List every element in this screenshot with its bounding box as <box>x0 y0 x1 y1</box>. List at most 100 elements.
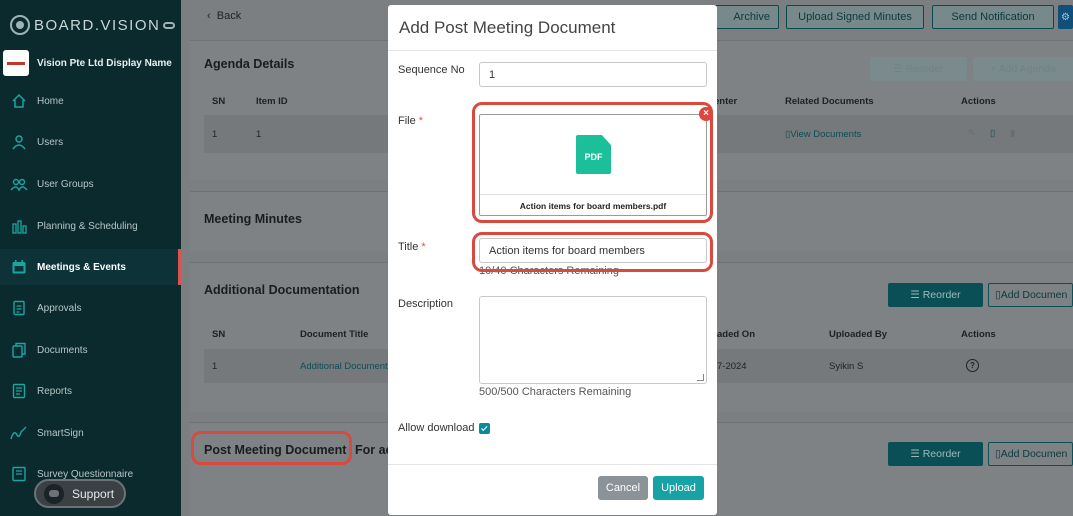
sequence-value: 1 <box>489 68 496 81</box>
add-post-meeting-document-modal: Add Post Meeting Document Sequence No 1 … <box>388 5 717 515</box>
calendar-icon <box>10 258 28 276</box>
cancel-button[interactable]: Cancel <box>598 476 648 500</box>
add-document-label: Add Documen <box>1000 289 1068 301</box>
support-label: Support <box>72 486 115 501</box>
sidebar-item-label: Meetings & Events <box>37 261 126 273</box>
organization-name: Vision Pte Ltd Display Name <box>37 57 172 69</box>
support-button[interactable]: Support <box>34 479 126 508</box>
title-label-text: Title <box>398 241 419 253</box>
view-documents-label: View Documents <box>790 129 862 140</box>
sidebar-item-smartsign[interactable]: SmartSign <box>0 415 181 451</box>
row-sn: 1 <box>212 361 218 372</box>
column-header: Actions <box>961 329 996 340</box>
column-header: Related Documents <box>785 96 874 107</box>
chat-icon <box>44 483 64 504</box>
sidebar-item-label: Reports <box>37 385 73 397</box>
upload-signed-minutes-label: Upload Signed Minutes <box>798 11 912 23</box>
column-header: Item ID <box>256 96 288 107</box>
file-icon[interactable]: ▯ <box>990 128 995 139</box>
sidebar-item-home[interactable]: Home <box>0 83 181 119</box>
resize-handle-icon[interactable] <box>697 374 704 381</box>
home-icon <box>10 92 28 110</box>
cancel-label: Cancel <box>605 482 641 494</box>
sidebar-item-meetings-events[interactable]: Meetings & Events <box>0 249 181 285</box>
upload-button[interactable]: Upload <box>653 476 704 500</box>
sidebar-item-label: User Groups <box>37 178 94 190</box>
send-notification-label: Send Notification <box>951 11 1035 23</box>
additional-add-document-button[interactable]: ▯ Add Documen <box>988 283 1073 307</box>
additional-reorder-button[interactable]: ☰ Reorder <box>888 283 983 307</box>
sidebar: BOARD.VISION Vision Pte Ltd Display Name… <box>0 0 181 516</box>
allow-download-checkbox[interactable] <box>479 423 490 434</box>
view-documents-link[interactable]: ▯View Documents <box>785 129 861 140</box>
minutes-title: Meeting Minutes <box>204 212 302 226</box>
signature-icon <box>10 424 28 442</box>
file-label: File * <box>398 115 423 127</box>
chevron-left-icon: ‹ <box>207 10 217 22</box>
add-document-label: Add Documen <box>1000 448 1068 460</box>
archive-label: Archive <box>733 11 770 23</box>
checkmark-icon <box>480 424 487 431</box>
trash-icon[interactable]: ▮ <box>1010 128 1015 139</box>
column-header: Uploaded By <box>829 329 888 340</box>
sidebar-item-label: Approvals <box>37 302 82 314</box>
user-icon <box>10 133 28 151</box>
add-agenda-label: + Add Agenda <box>990 63 1056 75</box>
document-check-icon <box>10 299 28 317</box>
post-meeting-add-document-button[interactable]: ▯ Add Documen <box>988 442 1073 466</box>
chart-bars-icon <box>10 217 28 235</box>
organization-switcher[interactable]: Vision Pte Ltd Display Name <box>3 50 178 76</box>
reorder-label: Reorder <box>922 448 961 460</box>
sidebar-item-label: Survey Questionnaire <box>37 468 134 480</box>
post-meeting-highlight <box>191 431 352 465</box>
settings-button[interactable]: ⚙ <box>1058 5 1073 29</box>
survey-icon <box>10 465 28 483</box>
archive-button[interactable]: Archive <box>711 5 779 29</box>
sidebar-item-approvals[interactable]: Approvals <box>0 290 181 326</box>
edit-icon[interactable]: ✎ <box>968 128 976 139</box>
description-textarea[interactable] <box>479 296 707 384</box>
modal-footer-divider <box>388 464 717 465</box>
column-header: Document Title <box>300 329 369 340</box>
allow-download-label: Allow download <box>398 422 475 434</box>
report-icon <box>10 382 28 400</box>
brand-name: BOARD.VISION <box>34 16 161 34</box>
sidebar-item-planning[interactable]: Planning & Scheduling <box>0 208 181 244</box>
help-icon[interactable]: ? <box>966 359 979 372</box>
send-notification-button[interactable]: Send Notification <box>932 5 1054 29</box>
sidebar-item-users[interactable]: Users <box>0 124 181 160</box>
list-icon: ☰ <box>893 63 906 75</box>
gear-icon: ⚙ <box>1061 11 1070 23</box>
organization-logo <box>3 50 29 76</box>
toggle-sidebar-icon[interactable] <box>163 21 175 29</box>
agenda-reorder-button[interactable]: ☰ Reorder <box>870 57 967 81</box>
title-label: Title * <box>398 241 426 253</box>
file-label-text: File <box>398 115 416 127</box>
sidebar-item-user-groups[interactable]: User Groups <box>0 166 181 202</box>
sidebar-item-reports[interactable]: Reports <box>0 373 181 409</box>
brand-mark-icon <box>10 15 30 35</box>
column-header: SN <box>212 329 226 340</box>
document-title-link[interactable]: Additional Document <box>300 361 388 372</box>
sidebar-item-documents[interactable]: Documents <box>0 332 181 368</box>
brand-logo[interactable]: BOARD.VISION <box>10 14 175 36</box>
sidebar-item-label: Planning & Scheduling <box>37 220 138 232</box>
back-link[interactable]: ‹ Back <box>207 10 241 22</box>
add-agenda-button[interactable]: + Add Agenda <box>973 57 1073 81</box>
row-date: 7-2024 <box>717 361 747 372</box>
row-item-id: 1 <box>256 129 262 140</box>
file-highlight <box>472 102 713 223</box>
reorder-label: Reorder <box>905 63 944 75</box>
additional-title: Additional Documentation <box>204 283 360 297</box>
description-label: Description <box>398 298 454 310</box>
post-meeting-reorder-button[interactable]: ☰ Reorder <box>888 442 983 466</box>
sequence-input[interactable]: 1 <box>479 62 707 87</box>
column-header: aded On <box>717 329 756 340</box>
post-meeting-subtitle: For ac <box>355 443 393 457</box>
sequence-label: Sequence No <box>398 64 465 76</box>
required-mark: * <box>421 241 426 253</box>
upload-signed-minutes-button[interactable]: Upload Signed Minutes <box>786 5 924 29</box>
sidebar-item-label: Documents <box>37 344 88 356</box>
column-header: enter <box>714 96 738 107</box>
user-group-icon <box>10 175 28 193</box>
